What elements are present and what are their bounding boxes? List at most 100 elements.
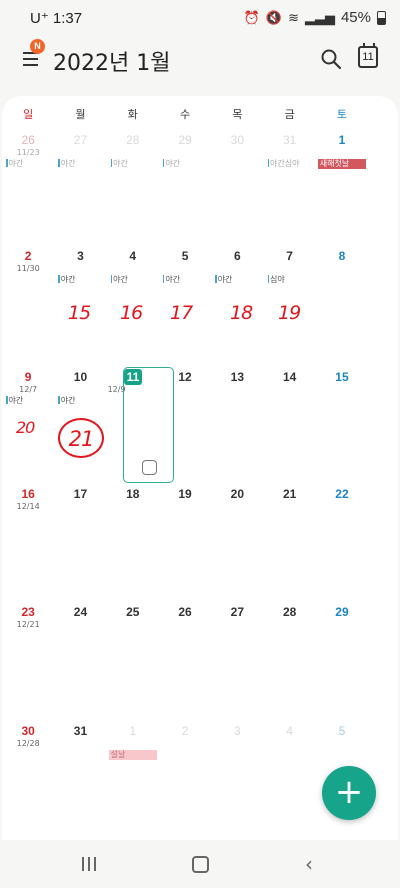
event-label[interactable]: 야간 <box>2 396 54 406</box>
lunar-date: 11/30 <box>16 264 40 273</box>
lunar-date <box>107 502 159 511</box>
event-marker <box>110 159 113 167</box>
day-number: 29 <box>335 605 349 619</box>
weekday-label: 월 <box>75 108 86 121</box>
day-cell[interactable]: 19 <box>159 486 211 598</box>
day-cell[interactable]: 30 12/28 <box>2 723 54 835</box>
day-cell[interactable]: 29 야간 <box>159 132 211 244</box>
lunar-date <box>54 148 106 157</box>
day-cell[interactable]: 25 <box>107 604 159 716</box>
add-event-button[interactable]: + <box>322 766 376 820</box>
recent-apps-button[interactable] <box>82 857 96 871</box>
lunar-date <box>107 620 159 629</box>
day-cell[interactable]: 18 <box>107 486 159 598</box>
day-number: 8 <box>338 249 346 263</box>
day-number: 1 <box>338 133 346 147</box>
back-button[interactable]: ‹ <box>305 854 313 874</box>
event-label[interactable]: 야간 <box>2 159 54 169</box>
day-number: 18 <box>126 487 140 501</box>
day-number: 3 <box>233 724 241 738</box>
holiday-label[interactable]: 설날 <box>108 750 157 760</box>
day-cell[interactable]: 8 <box>316 248 368 360</box>
day-number: 31 <box>282 133 297 147</box>
weekday-label: 화 <box>127 108 138 121</box>
day-cell[interactable]: 29 <box>316 604 368 716</box>
month-title[interactable]: 2022년 1월 <box>53 45 170 77</box>
weekday-label: 금 <box>284 108 295 121</box>
day-cell[interactable]: 30 <box>211 132 263 244</box>
event-marker <box>267 159 269 167</box>
sticker-icon[interactable] <box>142 460 157 475</box>
lunar-date <box>54 739 106 748</box>
day-number: 2 <box>24 249 32 263</box>
day-cell[interactable]: 2 <box>159 723 211 835</box>
handwritten-15: 15 <box>68 302 91 324</box>
lunar-date <box>211 264 263 273</box>
day-cell[interactable]: 3 <box>211 723 263 835</box>
day-cell[interactable]: 17 <box>54 486 106 598</box>
lunar-date <box>316 264 368 273</box>
lunar-date <box>264 620 316 629</box>
event-label[interactable]: 심야 <box>264 275 316 285</box>
day-number: 4 <box>129 249 137 263</box>
lunar-date <box>264 385 316 394</box>
day-cell[interactable]: 13 <box>211 369 263 481</box>
day-cell[interactable]: 1 새해첫날 <box>316 132 368 244</box>
alarm-icon: ⏰ <box>243 9 260 25</box>
event-label[interactable]: 야간 <box>211 275 263 285</box>
weekday-label: 토 <box>336 108 347 121</box>
event-label[interactable]: 야간 <box>107 159 159 169</box>
day-cell[interactable]: 31 야간심야 <box>264 132 316 244</box>
weekday-header: 일월화수목금토 <box>2 106 398 126</box>
day-cell[interactable]: 16 12/14 <box>2 486 54 598</box>
event-marker <box>110 275 113 283</box>
day-number: 20 <box>230 487 245 501</box>
handwritten-17: 17 <box>170 302 193 324</box>
day-cell[interactable]: 1 설날 <box>107 723 159 835</box>
wifi-icon: ≋ <box>288 9 299 25</box>
event-label[interactable]: 야간 <box>54 275 106 285</box>
event-label[interactable]: 야간 <box>159 275 211 285</box>
lunar-date <box>159 739 211 748</box>
day-cell[interactable]: 28 야간 <box>107 132 159 244</box>
lunar-date <box>264 739 316 748</box>
day-cell[interactable]: 15 <box>316 369 368 481</box>
day-cell[interactable]: 26 11/23 야간 <box>2 132 54 244</box>
day-cell[interactable]: 21 <box>264 486 316 598</box>
lunar-date: 12/14 <box>16 502 40 511</box>
day-number: 28 <box>282 605 297 619</box>
day-cell[interactable]: 2 11/30 <box>2 248 54 360</box>
day-cell[interactable]: 27 야간 <box>54 132 106 244</box>
mute-icon: 🔇 <box>265 9 283 25</box>
day-cell[interactable]: 26 <box>159 604 211 716</box>
lunar-date <box>211 385 263 394</box>
day-cell[interactable]: 31 <box>54 723 106 835</box>
day-number: 26 <box>178 605 192 619</box>
lunar-date <box>264 264 316 273</box>
lunar-date <box>211 739 263 748</box>
home-button[interactable] <box>192 856 209 873</box>
event-label[interactable]: 야간 <box>54 396 106 406</box>
lunar-date <box>211 502 263 511</box>
day-number: 16 <box>21 487 35 501</box>
holiday-label[interactable]: 새해첫날 <box>317 159 366 169</box>
event-label[interactable]: 야간 <box>159 159 211 169</box>
search-icon[interactable] <box>320 48 342 70</box>
day-cell[interactable]: 24 <box>54 604 106 716</box>
day-cell[interactable]: 22 <box>316 486 368 598</box>
event-label[interactable]: 야간 <box>107 275 159 285</box>
lunar-date: 12/28 <box>16 739 40 748</box>
event-label[interactable]: 야간심야 <box>264 159 316 169</box>
day-cell[interactable]: 4 <box>264 723 316 835</box>
today-calendar-icon[interactable]: 11 <box>358 43 378 68</box>
day-cell[interactable]: 27 <box>211 604 263 716</box>
day-cell[interactable]: 20 <box>211 486 263 598</box>
event-label[interactable]: 야간 <box>54 159 106 169</box>
day-cell[interactable]: 28 <box>264 604 316 716</box>
day-cell[interactable]: 14 <box>264 369 316 481</box>
day-number: 25 <box>126 605 140 619</box>
day-number: 9 <box>24 370 32 384</box>
lunar-date <box>54 620 106 629</box>
day-cell[interactable]: 23 12/21 <box>2 604 54 716</box>
lunar-date <box>316 739 368 748</box>
